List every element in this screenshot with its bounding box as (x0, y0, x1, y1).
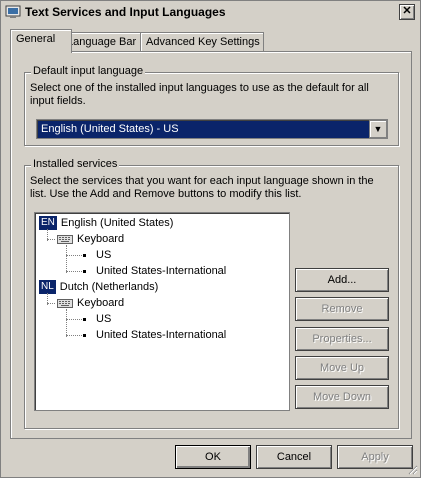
tree-item-label: US (96, 249, 112, 261)
default-input-group: Default input language Select one of the… (24, 65, 399, 146)
installed-services-group: Installed services Select the services t… (24, 158, 399, 429)
nl-language-badge: NL (39, 280, 56, 295)
move-up-button[interactable]: Move Up (295, 356, 389, 380)
move-down-button[interactable]: Move Down (295, 385, 389, 409)
close-icon: ✕ (402, 5, 412, 17)
tree-item-label: United States-International (96, 329, 227, 341)
tab-advanced-key-settings[interactable]: Advanced Key Settings (140, 32, 264, 52)
tree-language-label: Dutch (Netherlands) (59, 281, 159, 293)
tab-advanced-label: Advanced Key Settings (146, 36, 260, 48)
close-button[interactable]: ✕ (399, 4, 415, 20)
add-button[interactable]: Add... (295, 268, 389, 292)
default-input-group-label: Default input language (31, 65, 146, 77)
tab-language-bar[interactable]: Language Bar (61, 32, 141, 52)
bullet-icon (83, 269, 86, 273)
ok-button[interactable]: OK (175, 445, 251, 469)
tree-language-en[interactable]: EN English (United States) (39, 215, 173, 231)
properties-button[interactable]: Properties... (295, 327, 389, 351)
bullet-icon (83, 253, 86, 257)
dialog-window: Text Services and Input Languages ✕ Gene… (0, 0, 421, 478)
chevron-down-icon[interactable]: ▼ (369, 120, 387, 138)
installed-services-group-label: Installed services (31, 158, 120, 170)
tree-item[interactable]: United States-International (83, 263, 226, 279)
tree-connector (66, 255, 82, 256)
default-input-description: Select one of the installed input langua… (30, 82, 369, 107)
services-tree[interactable]: EN English (United States) Keyboard US U… (34, 212, 290, 411)
general-tab-panel: Default input language Select one of the… (10, 51, 412, 439)
tree-item[interactable]: United States-International (83, 327, 226, 343)
default-language-select[interactable]: English (United States) - US ▼ (36, 119, 388, 139)
tree-language-label: English (United States) (60, 217, 174, 229)
tree-category-keyboard[interactable]: Keyboard (57, 295, 124, 311)
keyboard-icon (57, 235, 73, 245)
bullet-icon (83, 333, 86, 337)
en-language-badge: EN (39, 216, 57, 231)
remove-button[interactable]: Remove (295, 297, 389, 321)
tree-connector (47, 303, 55, 304)
keyboard-icon (57, 299, 73, 309)
tree-connector (66, 245, 67, 273)
tree-connector (66, 309, 67, 337)
cancel-button[interactable]: Cancel (256, 445, 332, 469)
tree-category-keyboard[interactable]: Keyboard (57, 231, 124, 247)
tree-connector (66, 335, 82, 336)
tree-connector (47, 239, 55, 240)
installed-services-description: Select the services that you want for ea… (30, 175, 374, 200)
tab-language-bar-label: Language Bar (67, 36, 137, 48)
tree-item-label: US (96, 313, 112, 325)
tree-item[interactable]: US (83, 247, 111, 263)
tab-general[interactable]: General (10, 29, 72, 53)
window-title: Text Services and Input Languages (25, 5, 226, 19)
tree-connector (66, 271, 82, 272)
tree-category-label: Keyboard (77, 233, 125, 245)
bullet-icon (83, 317, 86, 321)
title-bar[interactable]: Text Services and Input Languages ✕ (1, 1, 420, 23)
default-language-value: English (United States) - US (41, 123, 179, 135)
tree-category-label: Keyboard (77, 297, 125, 309)
tree-language-nl[interactable]: NL Dutch (Netherlands) (39, 279, 158, 295)
resize-grip-icon[interactable] (406, 463, 418, 475)
app-icon (5, 5, 21, 18)
tab-general-label: General (16, 33, 56, 45)
tree-item[interactable]: US (83, 311, 111, 327)
tree-item-label: United States-International (96, 265, 227, 277)
tree-connector (66, 319, 82, 320)
apply-button[interactable]: Apply (337, 445, 413, 469)
